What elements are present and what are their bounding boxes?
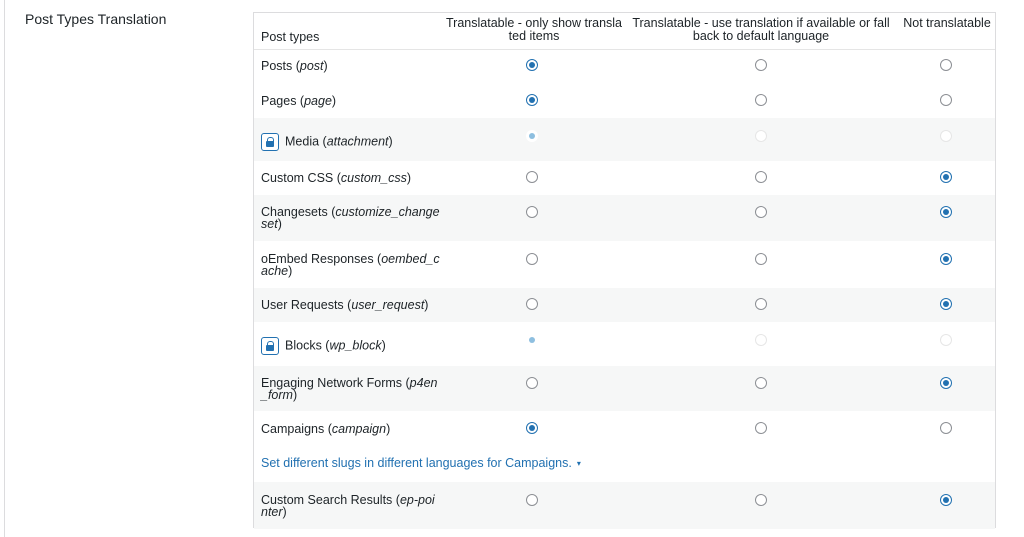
radio-option-3[interactable] [940, 93, 952, 106]
post-type-slug: page [304, 93, 332, 108]
radio-option-3[interactable] [940, 171, 952, 183]
post-type-label: Posts (post) [261, 59, 328, 73]
post-types-table: Post types Translatable - only show tran… [253, 12, 996, 529]
column-header-translatable-only: Translatable - only show translated item… [446, 16, 623, 43]
radio-option-2[interactable] [755, 59, 767, 71]
radio-option-1[interactable] [526, 421, 538, 434]
table-row: Posts (post) [254, 49, 995, 83]
post-type-slug: attachment [326, 133, 389, 148]
radio-option-2[interactable] [755, 93, 767, 106]
post-type-label: Engaging Network Forms (p4en_form) [261, 375, 438, 402]
radio-option-2[interactable] [755, 298, 767, 310]
radio-option-1[interactable] [526, 206, 538, 218]
radio-option-3 [940, 334, 952, 346]
radio-option-3 [940, 129, 952, 142]
column-header-translatable-fallback: Translatable - use translation if availa… [632, 16, 890, 43]
table-row: Custom CSS (custom_css) [254, 161, 995, 195]
table-row: Blocks (wp_block) [254, 322, 995, 366]
radio-option-1 [526, 129, 538, 142]
radio-option-2[interactable] [755, 493, 767, 506]
column-header-post-types: Post types [261, 30, 320, 44]
page-left-border [4, 0, 5, 537]
post-type-label: Media (attachment) [261, 132, 441, 151]
radio-option-2[interactable] [755, 376, 767, 389]
post-type-name: Custom CSS [261, 171, 334, 185]
post-type-name: Blocks [285, 338, 322, 353]
post-type-name: Campaigns [261, 421, 325, 436]
post-type-label: oEmbed Responses (oembed_cache) [261, 251, 440, 278]
post-type-label: Campaigns (campaign) [261, 421, 391, 436]
table-row: Campaigns (campaign) [254, 411, 995, 446]
post-type-slug: custom_css [340, 171, 407, 185]
post-type-label: Pages (page) [261, 93, 337, 108]
column-header-not-translatable: Not translatable [903, 16, 991, 30]
radio-option-2[interactable] [755, 252, 767, 265]
set-slugs-link[interactable]: Set different slugs in different languag… [261, 456, 581, 470]
radio-option-2[interactable] [755, 206, 767, 218]
table-row: oEmbed Responses (oembed_cache) [254, 241, 995, 288]
post-type-label: User Requests (user_request) [261, 298, 429, 312]
post-type-name: Pages [261, 93, 297, 108]
post-type-slug: wp_block [329, 338, 382, 353]
radio-option-3[interactable] [940, 421, 952, 434]
table-row: Set different slugs in different languag… [254, 446, 995, 482]
lock-icon[interactable] [261, 132, 279, 151]
table-row: User Requests (user_request) [254, 288, 995, 322]
radio-option-1[interactable] [526, 376, 538, 389]
radio-option-3[interactable] [940, 298, 952, 310]
radio-option-1[interactable] [526, 93, 538, 106]
lock-icon[interactable] [261, 337, 279, 355]
table-header: Post types Translatable - only show tran… [254, 13, 995, 50]
radio-option-3[interactable] [940, 493, 952, 506]
radio-option-1[interactable] [526, 59, 538, 71]
radio-option-3[interactable] [940, 376, 952, 389]
table-row: Custom Search Results (ep-pointer) [254, 482, 995, 529]
radio-option-1[interactable] [526, 493, 538, 506]
section-title: Post Types Translation [25, 11, 167, 27]
radio-option-1[interactable] [526, 252, 538, 265]
post-type-label: Custom Search Results (ep-pointer) [261, 492, 435, 519]
radio-option-2 [755, 334, 767, 346]
radio-option-2[interactable] [755, 421, 767, 434]
table-row: Engaging Network Forms (p4en_form) [254, 366, 995, 411]
post-type-slug: post [299, 59, 324, 73]
table-row: Changesets (customize_changeset) [254, 195, 995, 241]
radio-option-2 [755, 129, 767, 142]
table-row: Media (attachment) [254, 118, 995, 161]
post-type-name: Media [285, 133, 320, 148]
post-type-label: Custom CSS (custom_css) [261, 171, 412, 185]
post-type-slug: campaign [331, 421, 387, 436]
radio-option-2[interactable] [755, 171, 767, 183]
post-type-name: User Requests [261, 298, 344, 312]
radio-option-1 [526, 334, 538, 346]
set-slugs-link-text: Set different slugs in different languag… [261, 456, 572, 470]
radio-option-3[interactable] [940, 252, 952, 265]
radio-option-3[interactable] [940, 206, 952, 218]
table-row: Pages (page) [254, 83, 995, 118]
post-type-label: Blocks (wp_block) [261, 337, 441, 355]
radio-option-1[interactable] [526, 298, 538, 310]
radio-option-1[interactable] [526, 171, 538, 183]
post-type-name: Posts [261, 59, 293, 73]
radio-option-3[interactable] [940, 59, 952, 71]
chevron-down-icon: ▾ [576, 459, 581, 469]
post-type-label: Changesets (customize_changeset) [261, 205, 440, 231]
post-type-slug: user_request [351, 298, 425, 312]
